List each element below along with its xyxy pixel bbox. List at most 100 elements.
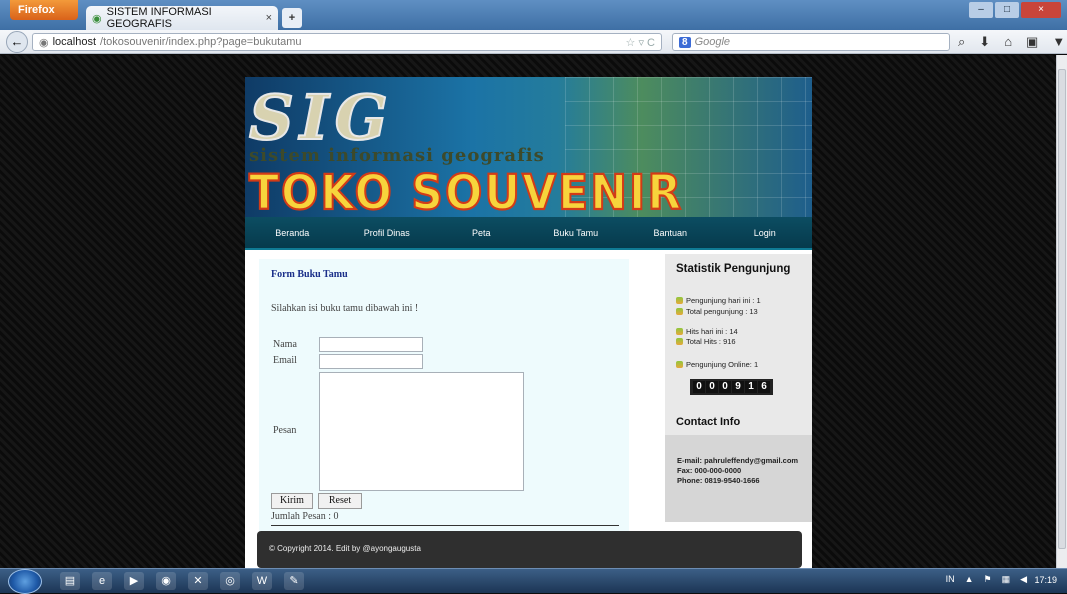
contact-email: E-mail: pahruleffendy@gmail.com xyxy=(677,456,799,465)
user-icon xyxy=(676,361,683,368)
contact-fax: Fax: 000-000-0000 xyxy=(677,466,742,475)
window-controls: – □ × xyxy=(969,2,1061,18)
user-icon xyxy=(676,308,683,315)
menu-buku-tamu[interactable]: Buku Tamu xyxy=(529,217,624,248)
volume-icon[interactable]: ◀ xyxy=(1020,574,1027,585)
name-field[interactable] xyxy=(319,337,423,352)
main-menu: Beranda Profil Dinas Peta Buku Tamu Bant… xyxy=(245,217,812,250)
web-page: SIG sistem informasi geografis TOKO SOUV… xyxy=(245,77,812,568)
addon-icon[interactable]: ▣ xyxy=(1026,34,1038,50)
counter-digit: 0 xyxy=(706,381,718,393)
stat-total-visitors: Total pengunjung : 13 xyxy=(676,307,758,316)
message-textarea[interactable] xyxy=(319,372,524,491)
reset-button[interactable]: Reset xyxy=(318,493,362,509)
guestbook-form-panel: Form Buku Tamu Silahkan isi buku tamu di… xyxy=(259,259,629,549)
taskbar-clock[interactable]: 17:19 xyxy=(1034,575,1057,585)
firefox-menu-button[interactable]: Firefox xyxy=(10,0,78,20)
email-label: Email xyxy=(273,355,297,366)
menu-profil-dinas[interactable]: Profil Dinas xyxy=(340,217,435,248)
stat-today-visitors: Pengunjung hari ini : 1 xyxy=(676,296,761,305)
windows-taskbar: ▤ e ▶ ◉ ✕ ◎ W ✎ IN ▲ ⚑ ▦ ◀ 17:19 xyxy=(0,568,1067,594)
counter-digit: 1 xyxy=(745,381,757,393)
stat-text: Pengunjung Online: 1 xyxy=(686,360,759,369)
url-host: localhost xyxy=(52,36,97,48)
form-intro: Silahkan isi buku tamu dibawah ini ! xyxy=(271,303,419,314)
counter-digit: 0 xyxy=(719,381,731,393)
hit-counter: 0 0 0 9 1 6 xyxy=(690,379,773,395)
stat-hits-today: Hits hari ini : 14 xyxy=(676,327,738,336)
name-label: Nama xyxy=(273,339,297,350)
app-icon[interactable]: ◎ xyxy=(220,572,240,590)
counter-digit: 6 xyxy=(758,381,770,393)
contact-phone: Phone: 0819-9540-1666 xyxy=(677,476,760,485)
url-bar[interactable]: ◉ localhost/tokosouvenir/index.php?page=… xyxy=(32,33,662,51)
back-button[interactable]: ← xyxy=(6,30,28,53)
stats-heading: Statistik Pengunjung xyxy=(676,263,791,275)
search-placeholder: Google xyxy=(694,36,731,48)
tray-expand-icon[interactable]: ▲ xyxy=(965,574,974,585)
submit-button[interactable]: Kirim xyxy=(271,493,313,509)
site-banner: SIG sistem informasi geografis TOKO SOUV… xyxy=(245,77,812,217)
stat-online: Pengunjung Online: 1 xyxy=(676,360,758,369)
message-label: Pesan xyxy=(273,425,297,436)
menu-icon[interactable]: ▼ xyxy=(1052,34,1065,50)
counter-digit: 9 xyxy=(732,381,744,393)
scrollbar-thumb[interactable] xyxy=(1058,69,1066,549)
flag-icon[interactable]: ⚑ xyxy=(983,574,991,585)
stat-text: Total Hits : 916 xyxy=(686,337,736,346)
bookmark-star-icon[interactable]: ☆ ▿ C xyxy=(626,36,655,49)
stat-text: Total pengunjung : 13 xyxy=(686,307,758,316)
menu-bantuan[interactable]: Bantuan xyxy=(623,217,718,248)
network-icon[interactable]: ▦ xyxy=(1002,574,1011,585)
globe-icon: ◉ xyxy=(39,36,49,49)
divider xyxy=(271,525,619,526)
counter-digit: 0 xyxy=(693,381,705,393)
media-icon[interactable]: ▶ xyxy=(124,572,144,590)
system-tray: IN ▲ ⚑ ▦ ◀ xyxy=(946,574,1027,585)
word-icon[interactable]: W xyxy=(252,572,272,590)
stat-text: Hits hari ini : 14 xyxy=(686,327,738,336)
tab-title: SISTEM INFORMASI GEOGRAFIS xyxy=(106,6,212,30)
close-icon[interactable]: × xyxy=(266,12,272,24)
browser-tab-bar: Firefox ◉ SISTEM INFORMASI GEOGRAFIS × +… xyxy=(0,0,1067,30)
banner-logo: SIG xyxy=(248,80,394,155)
ie-icon[interactable]: e xyxy=(92,572,112,590)
user-icon xyxy=(676,297,683,304)
explorer-icon[interactable]: ▤ xyxy=(60,572,80,590)
maximize-button[interactable]: □ xyxy=(995,2,1019,18)
email-field[interactable] xyxy=(319,354,423,369)
banner-title: TOKO SOUVENIR xyxy=(248,164,684,217)
menu-login[interactable]: Login xyxy=(718,217,813,248)
vertical-scrollbar[interactable] xyxy=(1056,55,1067,568)
paint-icon[interactable]: ✎ xyxy=(284,572,304,590)
menu-beranda[interactable]: Beranda xyxy=(245,217,340,248)
home-icon[interactable]: ⌂ xyxy=(1004,34,1012,50)
browser-tab[interactable]: ◉ SISTEM INFORMASI GEOGRAFIS × xyxy=(86,6,278,30)
stat-total-hits: Total Hits : 916 xyxy=(676,337,736,346)
navigation-toolbar: ← ◉ localhost/tokosouvenir/index.php?pag… xyxy=(0,30,1067,54)
minimize-button[interactable]: – xyxy=(969,2,993,18)
banner-subtitle: sistem informasi geografis xyxy=(249,145,545,166)
menu-peta[interactable]: Peta xyxy=(434,217,529,248)
user-icon xyxy=(676,338,683,345)
language-indicator[interactable]: IN xyxy=(946,574,955,585)
search-engine-icon[interactable]: 8 xyxy=(679,36,691,48)
firefox-icon[interactable]: ◉ xyxy=(156,572,176,590)
copyright-text: © Copyright 2014. Edit by @ayongaugusta xyxy=(269,544,421,553)
search-icon[interactable]: ⌕ xyxy=(958,34,965,50)
download-icon[interactable]: ⬇ xyxy=(979,34,990,50)
url-path: /tokosouvenir/index.php?page=bukutamu xyxy=(100,36,302,48)
close-window-button[interactable]: × xyxy=(1021,2,1061,18)
user-icon xyxy=(676,328,683,335)
taskbar-pinned-apps: ▤ e ▶ ◉ ✕ ◎ W ✎ xyxy=(60,572,304,590)
search-bar[interactable]: 8 Google xyxy=(672,33,950,51)
site-footer: © Copyright 2014. Edit by @ayongaugusta xyxy=(257,531,802,568)
start-button[interactable] xyxy=(8,569,42,594)
xampp-icon[interactable]: ✕ xyxy=(188,572,208,590)
stat-text: Pengunjung hari ini : 1 xyxy=(686,296,761,305)
toolbar-icons: ⌕ ⬇ ⌂ ▣ ▼ xyxy=(958,34,1065,50)
new-tab-button[interactable]: + xyxy=(282,8,302,28)
contact-heading: Contact Info xyxy=(676,416,741,428)
message-count: Jumlah Pesan : 0 xyxy=(271,511,339,522)
form-title: Form Buku Tamu xyxy=(271,269,348,280)
